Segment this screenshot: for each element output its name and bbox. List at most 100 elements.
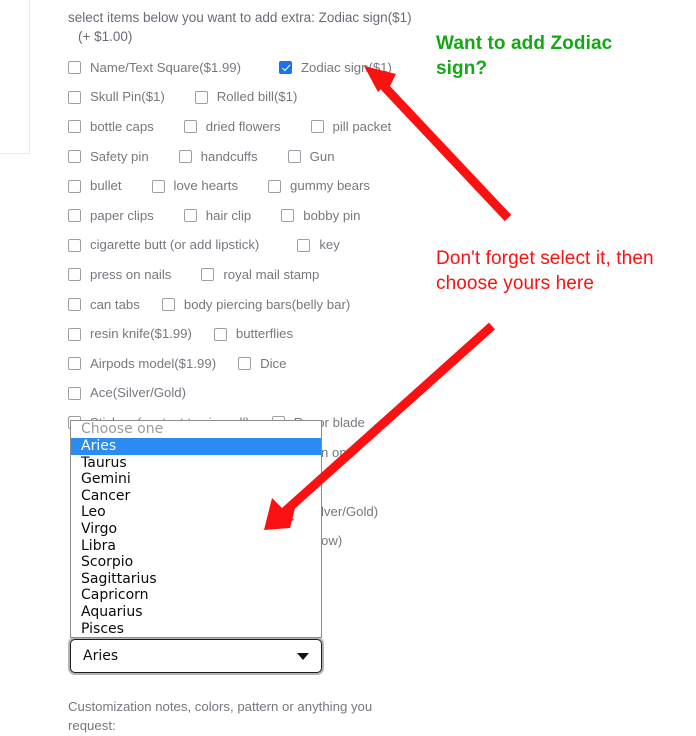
checkbox-gummy-bears[interactable]	[268, 179, 282, 193]
option-rolled-bill[interactable]: Rolled bill($1)	[194, 89, 298, 105]
checkbox-hair-clip[interactable]	[183, 209, 197, 223]
option-butterflies[interactable]: butterflies	[213, 326, 293, 342]
option-row: resin knife($1.99) butterflies	[68, 319, 488, 349]
option-label: Dice	[260, 355, 287, 371]
checkbox-zodiac-sign[interactable]	[279, 61, 292, 75]
option-label: can tabs	[90, 296, 140, 312]
option-zodiac-sign[interactable]: Zodiac sign($1)	[279, 60, 392, 76]
checkbox-bullet[interactable]	[68, 179, 81, 193]
option-row: can tabs body piercing bars(belly bar)	[68, 290, 488, 320]
left-panel-edge	[0, 0, 30, 154]
checkbox-can-tabs[interactable]	[68, 298, 81, 312]
checkbox-rolled-bill[interactable]	[194, 90, 208, 104]
checkbox-press-on-nails[interactable]	[68, 268, 81, 282]
checkbox-butterflies[interactable]	[213, 327, 227, 341]
option-row: bottle caps dried flowers pill packet	[68, 112, 488, 142]
customization-notes-label: Customization notes, colors, pattern or …	[68, 699, 373, 733]
checkbox-gun[interactable]	[287, 150, 301, 164]
option-ace-silver-gold[interactable]: Ace(Silver/Gold)	[68, 385, 186, 401]
checkbox-paper-clips[interactable]	[68, 209, 81, 223]
dropdown-option-capricorn[interactable]: Capricorn	[71, 587, 321, 604]
option-cigarette-butt[interactable]: cigarette butt (or add lipstick)	[68, 237, 259, 253]
checkbox-bottle-caps[interactable]	[68, 120, 81, 134]
checkbox-cigarette-butt[interactable]	[68, 238, 81, 252]
option-paper-clips[interactable]: paper clips	[68, 208, 154, 224]
option-skull-pin[interactable]: Skull Pin($1)	[68, 89, 165, 105]
option-label: Rolled bill($1)	[216, 89, 298, 105]
option-royal-mail-stamp[interactable]: royal mail stamp	[201, 267, 319, 283]
option-bullet[interactable]: bullet	[68, 178, 122, 194]
option-body-piercing-bars[interactable]: body piercing bars(belly bar)	[161, 297, 350, 313]
checkbox-dried-flowers[interactable]	[183, 120, 197, 134]
option-label: Name/Text Square($1.99)	[90, 59, 241, 75]
option-handcuffs[interactable]: handcuffs	[178, 148, 258, 165]
option-row: Safety pin handcuffs Gun	[68, 142, 488, 172]
option-label: Safety pin	[90, 148, 149, 164]
option-key[interactable]: key	[297, 237, 340, 253]
checkbox-love-hearts[interactable]	[151, 179, 165, 193]
option-resin-knife[interactable]: resin knife($1.99)	[68, 326, 192, 342]
checkbox-handcuffs[interactable]	[178, 150, 192, 164]
option-label: cigarette butt (or add lipstick)	[90, 237, 260, 253]
dropdown-option-aries[interactable]: Aries	[71, 438, 321, 455]
checkbox-ace-silver-gold[interactable]	[68, 386, 81, 400]
intro-instructions-text: select items below you want to add extra…	[68, 10, 412, 25]
checkbox-key[interactable]	[297, 238, 311, 252]
option-label: bottle caps	[90, 118, 154, 134]
option-label: Zodiac sign($1)	[301, 59, 392, 75]
dropdown-option-cancer[interactable]: Cancer	[71, 488, 321, 505]
zodiac-select[interactable]: Aries	[68, 637, 324, 675]
option-dried-flowers[interactable]: dried flowers	[183, 118, 281, 135]
chevron-down-icon	[297, 652, 309, 660]
option-label-obscured: n on	[321, 444, 347, 460]
zodiac-select-button[interactable]: Aries	[70, 639, 322, 673]
dropdown-option-libra[interactable]: Libra	[71, 538, 321, 555]
option-gummy-bears[interactable]: gummy bears	[268, 178, 370, 194]
checkbox-airpods-model[interactable]	[68, 357, 81, 371]
checkbox-name-text-square[interactable]	[68, 61, 81, 75]
dropdown-option-sagittarius[interactable]: Sagittarius	[71, 571, 321, 588]
option-row: Name/Text Square($1.99) Zodiac sign($1)	[68, 53, 488, 83]
option-label: royal mail stamp	[223, 266, 320, 282]
dropdown-option-leo[interactable]: Leo	[71, 504, 321, 521]
dropdown-option-pisces[interactable]: Pisces	[71, 621, 321, 638]
option-press-on-nails[interactable]: press on nails	[68, 267, 171, 283]
option-can-tabs[interactable]: can tabs	[68, 297, 140, 313]
option-name-text-square[interactable]: Name/Text Square($1.99)	[68, 60, 241, 76]
checkbox-skull-pin[interactable]	[68, 90, 81, 104]
checkbox-royal-mail-stamp[interactable]	[201, 268, 215, 282]
dropdown-option-taurus[interactable]: Taurus	[71, 455, 321, 472]
annotation-green-note: Want to add Zodiac sign?	[436, 33, 613, 79]
annotation-red-note: Don't forget select it, then choose your…	[436, 248, 654, 294]
checkbox-safety-pin[interactable]	[68, 150, 81, 164]
option-dice[interactable]: Dice	[238, 356, 286, 372]
option-label: bobby pin	[303, 207, 361, 223]
option-safety-pin[interactable]: Safety pin	[68, 149, 149, 165]
option-label: handcuffs	[200, 148, 258, 164]
zodiac-dropdown-list[interactable]: Choose one Aries Taurus Gemini Cancer Le…	[70, 420, 322, 639]
option-bobby-pin[interactable]: bobby pin	[281, 208, 360, 224]
option-label: Airpods model($1.99)	[90, 355, 217, 371]
option-airpods-model[interactable]: Airpods model($1.99)	[68, 356, 216, 372]
option-pill-packet[interactable]: pill packet	[310, 118, 392, 135]
option-gun[interactable]: Gun	[287, 148, 335, 165]
intro-instructions: select items below you want to add extra…	[68, 0, 488, 46]
option-bottle-caps[interactable]: bottle caps	[68, 119, 154, 135]
dropdown-option-virgo[interactable]: Virgo	[71, 521, 321, 538]
option-hair-clip[interactable]: hair clip	[183, 208, 251, 224]
checkbox-body-piercing-bars[interactable]	[161, 298, 175, 312]
dropdown-option-gemini[interactable]: Gemini	[71, 471, 321, 488]
option-label: dried flowers	[205, 118, 281, 134]
checkbox-bobby-pin[interactable]	[281, 209, 295, 223]
dropdown-option-aquarius[interactable]: Aquarius	[71, 604, 321, 621]
option-love-hearts[interactable]: love hearts	[151, 178, 238, 194]
checkbox-dice[interactable]	[238, 357, 252, 371]
zodiac-select-value: Aries	[83, 648, 119, 664]
dropdown-option-choose-one[interactable]: Choose one	[71, 421, 321, 438]
option-label: Gun	[309, 148, 335, 164]
intro-extra-amount: (+ $1.00)	[78, 29, 133, 44]
checkbox-pill-packet[interactable]	[310, 120, 324, 134]
dropdown-option-scorpio[interactable]: Scorpio	[71, 554, 321, 571]
option-label: pill packet	[332, 118, 392, 134]
checkbox-resin-knife[interactable]	[68, 327, 81, 341]
